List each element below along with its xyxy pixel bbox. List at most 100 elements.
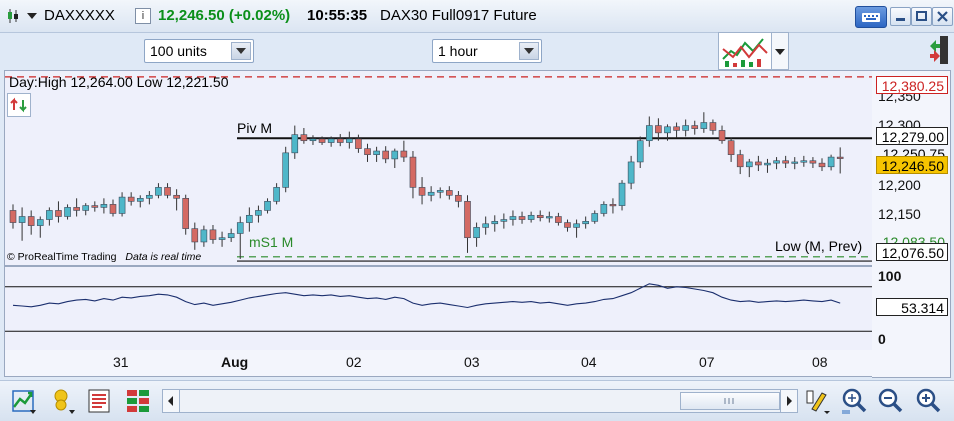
- ms1-label: mS1 M: [249, 234, 294, 250]
- candle-body: [218, 237, 226, 240]
- candle-body: [546, 216, 553, 219]
- candle-body: [564, 222, 571, 228]
- oscillator-series-line: [12, 283, 841, 309]
- resistance-level-box: 12,380.25: [876, 76, 948, 94]
- realtime-note: Data is real time: [125, 251, 202, 263]
- instrument-name: DAX30 Full0917 Future: [380, 7, 537, 24]
- candle-body: [446, 190, 453, 196]
- candle-body: [182, 198, 190, 229]
- candle-body: [291, 134, 299, 154]
- oscillator-svg: [5, 283, 873, 332]
- oscillator-value-box: 53.314: [876, 298, 948, 316]
- x-tick: Aug: [221, 354, 249, 370]
- oscillator-panel[interactable]: [4, 266, 874, 352]
- candle-body: [136, 198, 144, 202]
- layout-icon[interactable]: [124, 387, 152, 415]
- candle-body: [827, 156, 835, 168]
- chart-refresh-icon[interactable]: [7, 93, 31, 117]
- candle-body: [246, 214, 253, 223]
- candle-body: [191, 228, 199, 243]
- candle-body: [164, 187, 171, 196]
- symbol-label[interactable]: DAXXXXX: [44, 7, 115, 24]
- candle-body: [155, 187, 162, 196]
- pivot-label: Piv M: [237, 120, 272, 136]
- low-prev-label: Low (M, Prev): [775, 238, 863, 254]
- x-tick: 08: [812, 354, 828, 370]
- alert-icon[interactable]: [50, 387, 78, 415]
- candle-body: [609, 204, 617, 207]
- chevron-down-icon[interactable]: [519, 42, 539, 60]
- close-button[interactable]: [932, 7, 953, 26]
- maximize-button[interactable]: [911, 7, 932, 26]
- candle-body: [600, 204, 608, 214]
- osc-tick-0: 0: [878, 331, 886, 347]
- candle-body: [700, 122, 708, 129]
- candle-body: [782, 160, 789, 164]
- horizontal-scrollbar-track[interactable]: [179, 389, 781, 413]
- timeframe-select[interactable]: 1 hour: [432, 39, 542, 63]
- scroll-right-button[interactable]: [780, 389, 798, 413]
- candle-body: [100, 204, 108, 208]
- scroll-left-button[interactable]: [162, 389, 180, 413]
- candle-body: [118, 196, 126, 214]
- candle-body: [46, 210, 53, 220]
- candle-body: [364, 148, 371, 155]
- candle-body: [109, 204, 117, 214]
- candle-body: [518, 216, 526, 220]
- pivot-level-box: 12,279.00: [876, 127, 948, 145]
- zoom-in-icon[interactable]: [914, 387, 942, 415]
- candle-body: [264, 201, 271, 211]
- candle-body: [809, 160, 817, 164]
- indicators-button[interactable]: [718, 32, 772, 70]
- time-axis[interactable]: 31 Aug 02 03 04 07 08: [4, 350, 874, 377]
- candle-body: [373, 150, 380, 155]
- candle-body: [709, 122, 717, 131]
- info-icon[interactable]: i: [135, 8, 151, 24]
- price-chart-panel[interactable]: Day:High 12,264.00 Low 12,221.50 Piv M m…: [4, 70, 874, 266]
- add-indicator-icon[interactable]: [10, 387, 38, 415]
- units-select[interactable]: 100 units: [144, 39, 254, 63]
- candle-body: [764, 162, 771, 166]
- candle-body: [18, 216, 26, 223]
- candle-body: [200, 229, 208, 243]
- candle-body: [346, 138, 353, 143]
- candle-body: [491, 221, 499, 225]
- candle-body: [91, 205, 99, 208]
- units-select-value: 100 units: [150, 43, 207, 59]
- chevron-down-icon[interactable]: [231, 42, 251, 60]
- candlestick-icon[interactable]: [6, 8, 20, 24]
- candle-body: [736, 154, 744, 168]
- current-price-box: 12,246.50: [876, 156, 948, 174]
- toggle-sync-icon[interactable]: [926, 34, 950, 66]
- candle-body: [745, 161, 753, 168]
- candle-body: [727, 140, 735, 155]
- indicators-menu-arrow-icon[interactable]: [771, 32, 789, 70]
- clock-time: 10:55:35: [307, 7, 368, 24]
- candle-body: [255, 210, 262, 216]
- y-tick: 12,200: [878, 177, 921, 193]
- zoom-out-icon[interactable]: [876, 387, 904, 415]
- candle-body: [127, 196, 135, 202]
- zoom-fit-icon[interactable]: [840, 387, 868, 415]
- minimize-button[interactable]: [890, 7, 911, 26]
- candle-body: [409, 156, 417, 188]
- candle-body: [27, 216, 35, 226]
- candle-body: [473, 227, 480, 239]
- notes-icon[interactable]: [86, 387, 114, 415]
- candle-body: [682, 125, 689, 131]
- draw-tool-icon[interactable]: [804, 387, 832, 415]
- symbol-menu-arrow-icon[interactable]: [27, 13, 37, 19]
- candle-body: [464, 201, 471, 239]
- candle-body: [636, 140, 644, 163]
- candle-body: [836, 156, 844, 159]
- candle-body: [818, 162, 826, 168]
- keyboard-icon[interactable]: [855, 6, 887, 28]
- candle-body: [209, 229, 217, 240]
- price-chart-svg: [5, 76, 873, 262]
- candle-body: [573, 223, 580, 228]
- candle-body: [500, 219, 508, 222]
- scrollbar-thumb[interactable]: [680, 392, 780, 410]
- candle-body: [64, 207, 71, 217]
- candle-body: [509, 216, 517, 220]
- candle-body: [227, 233, 235, 239]
